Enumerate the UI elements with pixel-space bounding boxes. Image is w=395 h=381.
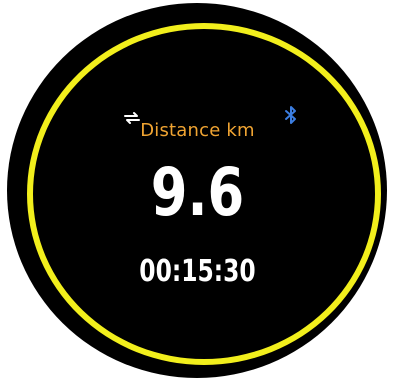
metric-label: Distance km — [140, 120, 255, 141]
metric-value: 9.6 — [150, 154, 245, 231]
screen: Distance km 9.6 00:15:30 — [0, 0, 395, 381]
elapsed-time: 00:15:30 — [139, 254, 256, 289]
